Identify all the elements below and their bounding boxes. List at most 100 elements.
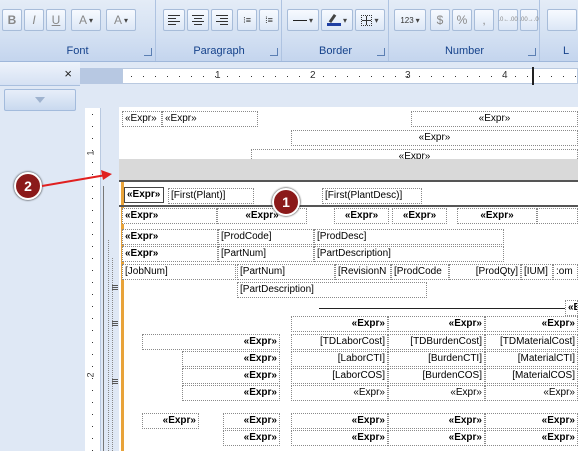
align-center-button[interactable] xyxy=(187,9,209,31)
revision-field[interactable]: [RevisionN xyxy=(335,264,391,280)
number-format-button[interactable]: 123 xyxy=(394,9,426,31)
first-plantdesc-field[interactable]: [First(PlantDesc)] xyxy=(322,188,422,204)
bullets-button[interactable]: ⁝≡ xyxy=(237,9,257,31)
tot-head-2[interactable]: «Expr» xyxy=(388,316,485,332)
ruler-tick xyxy=(92,306,93,307)
header-expr-3[interactable]: «Expr» xyxy=(411,111,578,127)
callout-badge-1: 1 xyxy=(272,188,300,216)
decrease-decimal-button[interactable]: .00→.0 xyxy=(519,9,539,31)
tot-head-1[interactable]: «Expr» xyxy=(291,316,388,332)
group-expr-4[interactable]: «Expr» xyxy=(392,208,447,224)
partdescription-field[interactable]: [PartDescription] xyxy=(314,246,504,262)
ruler-tick xyxy=(92,162,93,163)
section-handle-2[interactable] xyxy=(112,321,118,326)
group-expr-5[interactable]: «Expr» xyxy=(457,208,537,224)
group-expr-3[interactable]: «Expr» xyxy=(334,208,389,224)
borders-button[interactable] xyxy=(355,9,385,31)
align-right-button[interactable] xyxy=(211,9,233,31)
ruler-right-margin-marker[interactable] xyxy=(532,67,534,85)
header-expr-1[interactable]: «Expr» xyxy=(122,111,162,127)
bold-button[interactable]: B xyxy=(2,9,22,31)
bottom2-expr-c3[interactable]: «Expr» xyxy=(485,430,578,446)
prod-expr[interactable]: «Expr» xyxy=(122,229,218,245)
align-left-button[interactable] xyxy=(163,9,185,31)
font-color-button[interactable]: A xyxy=(71,9,101,31)
section-divider xyxy=(119,180,578,182)
detail-partnum-field[interactable]: [PartNum] xyxy=(237,264,335,280)
move-down-button[interactable] xyxy=(4,89,76,111)
callout-badge-2: 2 xyxy=(14,172,42,200)
comma-button[interactable]: , xyxy=(474,9,494,31)
numbering-button[interactable]: ⁞≡ xyxy=(259,9,279,31)
font-group-label: Font xyxy=(66,45,89,57)
next-group-button[interactable] xyxy=(547,9,577,31)
bottom-expr-c2[interactable]: «Expr» xyxy=(388,413,485,429)
detail-prodcode-field[interactable]: [ProdCode xyxy=(391,264,449,280)
close-icon[interactable]: × xyxy=(64,66,72,81)
font-dialog-launcher-icon[interactable] xyxy=(144,48,152,56)
bottom2-expr-c1[interactable]: «Expr» xyxy=(291,430,388,446)
tot-expr-c1[interactable]: «Expr» xyxy=(291,385,388,401)
tdlaborcost-field[interactable]: [TDLaborCost] xyxy=(291,334,388,350)
burdencos-field[interactable]: [BurdenCOS] xyxy=(388,368,485,384)
bottom-expr-b[interactable]: «Expr» xyxy=(223,413,280,429)
group-expr-1[interactable]: «Expr» xyxy=(122,208,217,224)
burdencti-field[interactable]: [BurdenCTI] xyxy=(388,351,485,367)
header-expr-2[interactable]: «Expr» xyxy=(162,111,258,127)
tdmaterialcost-field[interactable]: [TDMaterialCost] xyxy=(485,334,578,350)
jobnum-field[interactable]: [JobNum] xyxy=(122,264,236,280)
border-dialog-launcher-icon[interactable] xyxy=(377,48,385,56)
detail-partdesc-field[interactable]: [PartDescription] xyxy=(237,282,427,298)
number-dialog-launcher-icon[interactable] xyxy=(528,48,536,56)
bottom-expr-c1[interactable]: «Expr» xyxy=(291,413,388,429)
header-expr-4[interactable]: «Expr» xyxy=(291,130,578,146)
header-expr-5[interactable]: «Expr» xyxy=(251,149,578,159)
tdburdencost-field[interactable]: [TDBurdenCost] xyxy=(388,334,485,350)
report-page[interactable]: «Expr» «Expr» «Expr» «Expr» «Expr» «Expr… xyxy=(119,107,578,451)
tot-label-4[interactable]: «Expr» xyxy=(182,385,280,401)
bottom2-expr-c2[interactable]: «Expr» xyxy=(388,430,485,446)
horizontal-ruler[interactable]: 1 2 3 4 xyxy=(122,67,578,85)
bottom-expr-c3[interactable]: «Expr» xyxy=(485,413,578,429)
tot-expr-c3[interactable]: «Expr» xyxy=(485,385,578,401)
line-style-button[interactable] xyxy=(287,9,319,31)
laborcos-field[interactable]: [LaborCOS] xyxy=(291,368,388,384)
paragraph-dialog-launcher-icon[interactable] xyxy=(270,48,278,56)
section-handle-1[interactable] xyxy=(112,285,118,290)
expr-a[interactable]: «Expr» xyxy=(565,300,578,316)
ruler-tick xyxy=(92,294,93,295)
partnum-field[interactable]: [PartNum] xyxy=(218,246,314,262)
prodcode-field[interactable]: [ProdCode] xyxy=(218,229,314,245)
percent-button[interactable]: % xyxy=(452,9,472,31)
first-plant-field[interactable]: [First(Plant)] xyxy=(168,188,254,204)
pen-color-button[interactable] xyxy=(321,9,353,31)
bottom2-expr-b[interactable]: «Expr» xyxy=(223,430,280,446)
tot-head-3[interactable]: «Expr» xyxy=(485,316,578,332)
plant-expr[interactable]: «Expr» xyxy=(124,187,164,203)
section-handle-3[interactable] xyxy=(112,379,118,384)
increase-decimal-button[interactable]: .0←.00 xyxy=(498,9,518,31)
materialcos-field[interactable]: [MaterialCOS] xyxy=(485,368,578,384)
report-canvas[interactable]: «Expr» «Expr» «Expr» «Expr» «Expr» «Expr… xyxy=(101,90,578,451)
com-field[interactable]: :om xyxy=(553,264,578,280)
vertical-ruler[interactable]: 1 2 xyxy=(85,108,101,451)
tot-label-1[interactable]: «Expr» xyxy=(142,334,280,350)
tot-expr-c2[interactable]: «Expr» xyxy=(388,385,485,401)
materialcti-field[interactable]: [MaterialCTI] xyxy=(485,351,578,367)
tot-label-3[interactable]: «Expr» xyxy=(182,368,280,384)
section-band[interactable] xyxy=(119,159,578,180)
italic-button[interactable]: I xyxy=(24,9,44,31)
grow-font-button[interactable]: A xyxy=(106,9,136,31)
laborcti-field[interactable]: [LaborCTI] xyxy=(291,351,388,367)
part-expr[interactable]: «Expr» xyxy=(122,246,218,262)
ium-field[interactable]: [IUM] xyxy=(521,264,553,280)
group-empty[interactable] xyxy=(537,208,578,224)
proddesc-field[interactable]: [ProdDesc] xyxy=(314,229,504,245)
tot-label-2[interactable]: «Expr» xyxy=(182,351,280,367)
ruler-tick xyxy=(92,390,93,391)
bottom-expr-a[interactable]: «Expr» xyxy=(142,413,199,429)
ruler-tick xyxy=(92,414,93,415)
currency-button[interactable]: $ xyxy=(430,9,450,31)
prodqty-field[interactable]: [ProdQty] xyxy=(449,264,521,280)
underline-button[interactable]: U xyxy=(46,9,66,31)
